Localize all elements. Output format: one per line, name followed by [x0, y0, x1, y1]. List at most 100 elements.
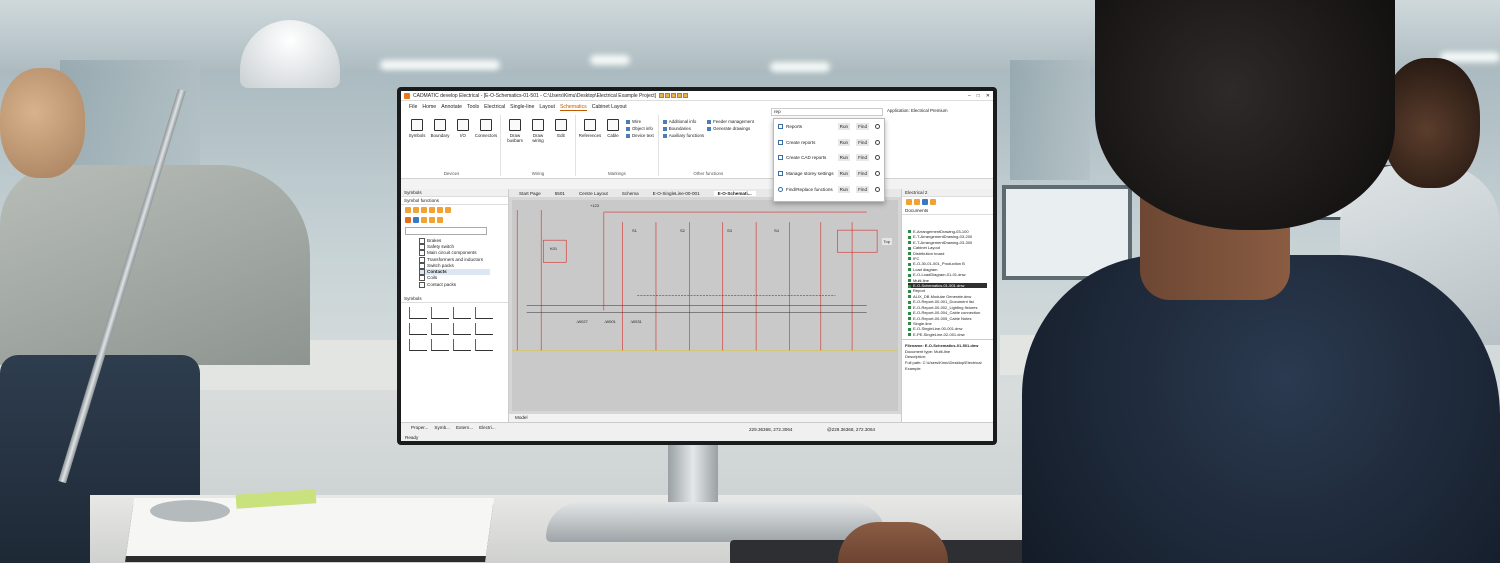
symbol-thumbnail[interactable]: [453, 306, 471, 319]
symbols-button[interactable]: Symbols: [407, 115, 427, 171]
symbol-functions-header[interactable]: Symbol functions: [401, 197, 508, 205]
auxiliary-functions-button[interactable]: Auxiliary functions: [663, 133, 704, 138]
view-cube-top[interactable]: Top: [881, 238, 892, 245]
run-button[interactable]: Run: [837, 154, 851, 162]
symbol-thumbnail[interactable]: [475, 322, 493, 335]
status-bar: Proper... Symb... Extern... Electri... R…: [401, 422, 993, 441]
tree-item[interactable]: E-O-Report-00-004_Cable connection: [908, 310, 987, 315]
run-button[interactable]: Run: [837, 123, 851, 131]
find-button[interactable]: Find: [856, 138, 869, 146]
file-info: Filename: E-O-Schematics-01-501.dnw Docu…: [902, 339, 993, 374]
search-result[interactable]: Find/Replace functions Run Find: [774, 181, 884, 197]
properties-tab[interactable]: Proper...: [411, 425, 428, 430]
draw-wiring-button[interactable]: Draw wiring: [528, 115, 548, 171]
connectors-button[interactable]: Connectors: [475, 115, 497, 171]
menu-schematics[interactable]: Schematics: [559, 104, 587, 111]
tree-item[interactable]: Contact packs: [419, 282, 490, 288]
result-label: Reports: [786, 124, 803, 130]
command-search-input[interactable]: rep: [771, 108, 883, 116]
doc-tab[interactable]: E-O-SingleLine-00-001: [653, 191, 700, 196]
external-tab[interactable]: Extern...: [456, 425, 473, 430]
symbol-thumbnail[interactable]: [409, 338, 427, 351]
project-toolbar[interactable]: [902, 197, 993, 207]
symbol-thumbnail[interactable]: [431, 338, 449, 351]
symbol-thumbnail[interactable]: [409, 306, 427, 319]
feeder-management-button[interactable]: Feeder management: [707, 119, 754, 124]
doc-tab[interactable]: Centre Layout: [579, 191, 608, 196]
search-result[interactable]: Reports Run Find: [774, 119, 884, 135]
help-icon[interactable]: [875, 186, 880, 192]
find-button[interactable]: Find: [856, 185, 869, 193]
symbol-toolbar[interactable]: [401, 215, 508, 225]
result-label: Find/Replace functions: [786, 186, 833, 192]
close-icon[interactable]: ✕: [986, 93, 990, 99]
boundary-button[interactable]: Boundary: [430, 115, 450, 171]
find-button[interactable]: Find: [856, 154, 869, 162]
edit-button[interactable]: Edit: [551, 115, 571, 171]
generate-drawings-button[interactable]: Generate drawings: [707, 126, 754, 131]
find-button[interactable]: Find: [856, 123, 869, 131]
doc-tab[interactable]: Schema: [622, 191, 639, 196]
application-selector[interactable]: Application: Electrical Premium: [887, 108, 948, 113]
doc-tab-active[interactable]: E-O-Schemati...: [713, 190, 756, 196]
run-button[interactable]: Run: [837, 170, 851, 178]
menu-single-line[interactable]: Single-line: [510, 104, 534, 110]
draw-busbars-button[interactable]: Draw busbars: [505, 115, 525, 171]
model-tab[interactable]: Model: [509, 414, 901, 422]
wire-button[interactable]: Wire: [626, 119, 654, 124]
doc-tab[interactable]: 5501: [555, 191, 565, 196]
device-text-button[interactable]: Device text: [626, 133, 654, 138]
schematic-canvas[interactable]: +123 S1 S2 S3 S4 K01 -W027 -W001 -W031 T…: [512, 200, 898, 411]
window-controls[interactable]: – □ ✕: [968, 93, 990, 99]
symbol-thumbnail[interactable]: [431, 306, 449, 319]
symbol-thumbnail[interactable]: [453, 338, 471, 351]
help-icon[interactable]: [875, 139, 880, 145]
monitor-stand-base: [546, 502, 886, 542]
menu-annotate[interactable]: Annotate: [441, 104, 462, 110]
run-button[interactable]: Run: [837, 138, 851, 146]
menu-electrical[interactable]: Electrical: [484, 104, 505, 110]
tree-item[interactable]: Transformers and inductors: [419, 257, 490, 263]
io-button[interactable]: I/O: [453, 115, 473, 171]
result-label: Create reports: [786, 139, 816, 145]
symbol-thumbnail[interactable]: [475, 306, 493, 319]
find-button[interactable]: Find: [856, 170, 869, 178]
cable-button[interactable]: Cable: [603, 115, 623, 171]
tree-item[interactable]: E-PE-SingleLine-02-001.dnw: [908, 332, 987, 337]
symbol-search-input[interactable]: [405, 227, 487, 235]
ribbon-group-label: Markings: [607, 171, 626, 176]
symbol-thumbnail[interactable]: [409, 322, 427, 335]
additional-info-button[interactable]: Additional info: [663, 119, 704, 124]
symbol-thumbnail[interactable]: [475, 338, 493, 351]
symbol-thumbnail[interactable]: [431, 322, 449, 335]
search-result[interactable]: Manage storey settings Run Find: [774, 166, 884, 182]
symbol-thumbnail[interactable]: [453, 322, 471, 335]
help-icon[interactable]: [875, 155, 880, 161]
help-icon[interactable]: [875, 124, 880, 130]
object-info-button[interactable]: Object info: [626, 126, 654, 131]
menu-home[interactable]: Home: [422, 104, 436, 110]
menu-cabinet-layout[interactable]: Cabinet Layout: [592, 104, 627, 110]
help-icon[interactable]: [875, 171, 880, 177]
minimize-icon[interactable]: –: [968, 93, 971, 99]
symbols-section-header[interactable]: Symbols: [401, 294, 508, 303]
quick-access-toolbar[interactable]: [659, 93, 689, 98]
result-label: Manage storey settings: [786, 171, 834, 177]
search-result[interactable]: Create reports Run Find: [774, 135, 884, 151]
symbol-toolbar[interactable]: [401, 205, 508, 215]
search-result[interactable]: Create CAD reports Run Find: [774, 150, 884, 166]
application-value[interactable]: Electrical Premium: [911, 108, 948, 113]
coworker-head: [1382, 58, 1480, 188]
io-icon: [457, 119, 469, 131]
maximize-icon[interactable]: □: [977, 93, 980, 99]
run-button[interactable]: Run: [837, 185, 851, 193]
electrical-tab[interactable]: Electri...: [479, 425, 496, 430]
references-button[interactable]: References: [579, 115, 601, 171]
menu-tools[interactable]: Tools: [467, 104, 479, 110]
menu-file[interactable]: File: [409, 104, 417, 110]
ceiling-light: [380, 60, 500, 70]
doc-tab[interactable]: Start Page: [519, 191, 541, 196]
menu-layout[interactable]: Layout: [539, 104, 555, 110]
boundaries-button[interactable]: Boundaries: [663, 126, 704, 131]
symbols-tab[interactable]: Symb...: [434, 425, 450, 430]
